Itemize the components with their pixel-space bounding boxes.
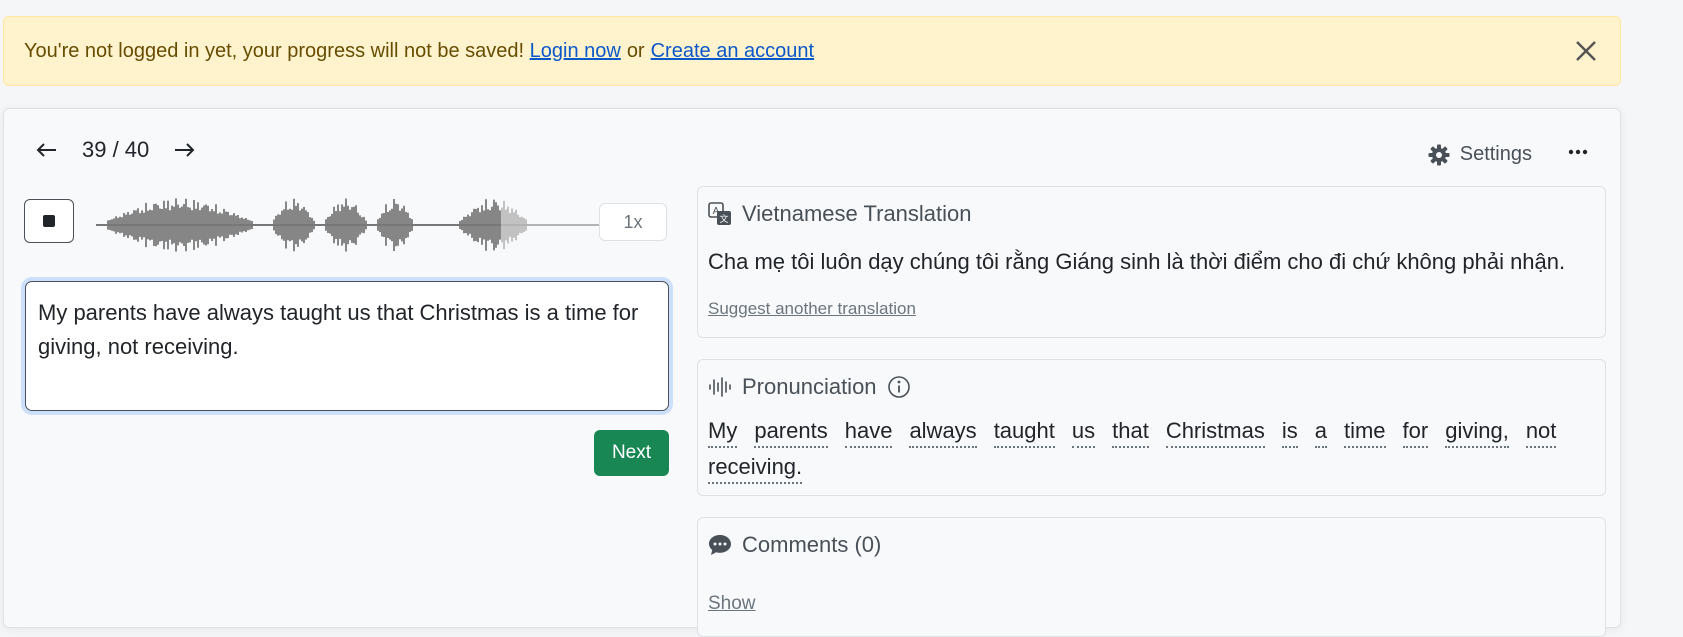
waveform-played <box>96 198 501 252</box>
login-alert: You're not logged in yet, your progress … <box>3 16 1621 86</box>
translation-title: Vietnamese Translation <box>742 201 972 226</box>
ellipsis-icon[interactable] <box>1568 149 1588 155</box>
pronunciation-word[interactable]: a <box>1314 418 1327 448</box>
close-icon[interactable] <box>1570 35 1602 67</box>
pronunciation-panel: Pronunciation My parents have always taught u… <box>697 359 1606 496</box>
suggest-translation-link[interactable]: Suggest another translation <box>708 299 916 319</box>
stop-button[interactable] <box>24 199 74 243</box>
exercise-card: 39 / 40 Settings 1x My parents have alwa… <box>3 108 1621 637</box>
translation-panel: A 文 Vietnamese Translation Cha mẹ tôi lu… <box>697 186 1606 338</box>
soundwave-icon <box>709 377 731 397</box>
show-comments-link[interactable]: Show <box>708 593 756 615</box>
pronunciation-word[interactable]: for <box>1402 418 1429 448</box>
sentence-navigation: 39 / 40 <box>34 137 197 163</box>
login-link[interactable]: Login now <box>530 40 621 63</box>
chat-icon <box>709 535 731 555</box>
arrow-left-icon[interactable] <box>34 140 60 160</box>
translate-icon: A 文 <box>708 202 731 225</box>
audio-waveform[interactable] <box>96 193 616 257</box>
alert-message: You're not logged in yet, your progress … <box>24 39 525 62</box>
pronunciation-words: My parents have always taught us that Christmas… <box>708 418 1565 490</box>
next-button[interactable]: Next <box>594 430 669 476</box>
pronunciation-word[interactable]: My <box>708 418 738 448</box>
settings-label: Settings <box>1459 143 1532 165</box>
sentence-counter: 39 / 40 <box>82 137 150 162</box>
audio-player: 1x <box>24 198 669 252</box>
settings-button[interactable]: Settings <box>1428 143 1532 166</box>
pronunciation-word[interactable]: Christmas <box>1165 418 1265 448</box>
pronunciation-word[interactable]: is <box>1281 418 1298 448</box>
pronunciation-word[interactable]: receiving. <box>708 454 803 484</box>
pronunciation-title: Pronunciation <box>742 374 877 399</box>
pronunciation-word[interactable]: not <box>1525 418 1557 448</box>
pronunciation-word[interactable]: us <box>1071 418 1096 448</box>
info-icon[interactable] <box>887 375 911 399</box>
arrow-right-icon[interactable] <box>171 140 197 160</box>
playback-speed-button[interactable]: 1x <box>599 203 667 241</box>
gear-icon <box>1428 144 1450 165</box>
pronunciation-word[interactable]: taught <box>993 418 1055 448</box>
pronunciation-word[interactable]: always <box>909 418 977 448</box>
pronunciation-word[interactable]: that <box>1112 418 1149 448</box>
create-account-link[interactable]: Create an account <box>651 40 814 63</box>
pronunciation-word[interactable]: parents <box>754 418 828 448</box>
alert-or-text: or <box>626 39 645 62</box>
translation-text: Cha mẹ tôi luôn dạy chúng tôi rằng Giáng… <box>708 249 1566 274</box>
pronunciation-word[interactable]: time <box>1343 418 1386 448</box>
stop-icon <box>43 215 55 227</box>
dictation-answer-input[interactable] <box>25 281 669 411</box>
pronunciation-word[interactable]: giving, <box>1445 418 1509 448</box>
pronunciation-word[interactable]: have <box>844 418 893 448</box>
comments-title: Comments (0) <box>742 532 882 557</box>
comments-panel: Comments (0) Show <box>697 517 1606 637</box>
svg-text:文: 文 <box>719 213 728 224</box>
